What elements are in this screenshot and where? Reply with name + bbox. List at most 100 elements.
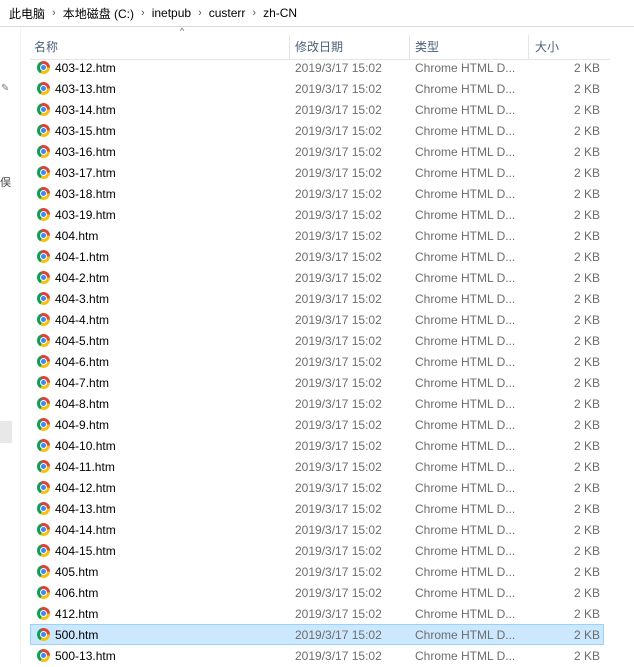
chrome-icon	[37, 481, 50, 494]
file-type: Chrome HTML D...	[415, 61, 516, 75]
file-size: 2 KB	[573, 82, 600, 96]
file-row[interactable]: 404-7.htm 2019/3/17 15:02 Chrome HTML D...…	[30, 372, 604, 393]
breadcrumb-inetpub[interactable]: inetpub	[149, 6, 194, 20]
file-row[interactable]: 500-13.htm 2019/3/17 15:02 Chrome HTML D..…	[30, 645, 604, 666]
file-row[interactable]: 404-10.htm 2019/3/17 15:02 Chrome HTML D..…	[30, 435, 604, 456]
file-row[interactable]: 403-15.htm 2019/3/17 15:02 Chrome HTML D..…	[30, 120, 604, 141]
file-size: 2 KB	[573, 229, 600, 243]
chevron-right-icon[interactable]: ›	[194, 7, 206, 19]
breadcrumb-local-disk[interactable]: 本地磁盘 (C:)	[60, 5, 137, 22]
chrome-icon	[37, 250, 50, 263]
file-date: 2019/3/17 15:02	[295, 187, 382, 201]
file-name: 412.htm	[55, 607, 99, 621]
chrome-icon	[37, 208, 50, 221]
chrome-icon	[37, 376, 50, 389]
file-type: Chrome HTML D...	[415, 313, 516, 327]
file-row[interactable]: 404-2.htm 2019/3/17 15:02 Chrome HTML D...…	[30, 267, 604, 288]
file-name: 403-19.htm	[55, 208, 116, 222]
file-size: 2 KB	[573, 313, 600, 327]
file-row[interactable]: 403-19.htm 2019/3/17 15:02 Chrome HTML D..…	[30, 204, 604, 225]
nav-label-fragment[interactable]: 俣	[0, 174, 11, 190]
file-size: 2 KB	[573, 565, 600, 579]
file-row[interactable]: 404.htm 2019/3/17 15:02 Chrome HTML D... 2 …	[30, 225, 604, 246]
pin-icon[interactable]: ✎	[1, 83, 9, 94]
file-size: 2 KB	[573, 250, 600, 264]
file-name: 405.htm	[55, 565, 99, 579]
file-row[interactable]: 404-14.htm 2019/3/17 15:02 Chrome HTML D..…	[30, 519, 604, 540]
file-date: 2019/3/17 15:02	[295, 61, 382, 75]
address-bar[interactable]: 此电脑 › 本地磁盘 (C:) › inetpub › custerr › zh…	[0, 0, 634, 27]
file-size: 2 KB	[573, 145, 600, 159]
file-row[interactable]: 403-12.htm 2019/3/17 15:02 Chrome HTML D..…	[30, 57, 604, 78]
file-size: 2 KB	[573, 502, 600, 516]
chrome-icon	[37, 313, 50, 326]
file-row[interactable]: 404-3.htm 2019/3/17 15:02 Chrome HTML D...…	[30, 288, 604, 309]
file-name: 404-7.htm	[55, 376, 110, 390]
file-name: 404-11.htm	[55, 460, 115, 474]
file-size: 2 KB	[573, 103, 600, 117]
file-size: 2 KB	[573, 355, 600, 369]
column-header-date[interactable]: 修改日期	[290, 35, 410, 59]
breadcrumb-this-pc[interactable]: 此电脑	[6, 5, 48, 22]
file-row[interactable]: 404-13.htm 2019/3/17 15:02 Chrome HTML D..…	[30, 498, 604, 519]
file-size: 2 KB	[573, 607, 600, 621]
file-name: 500.htm	[55, 628, 99, 642]
file-row[interactable]: 403-18.htm 2019/3/17 15:02 Chrome HTML D..…	[30, 183, 604, 204]
file-type: Chrome HTML D...	[415, 544, 516, 558]
chrome-icon	[37, 334, 50, 347]
chrome-icon	[37, 418, 50, 431]
column-header-type[interactable]: 类型	[410, 35, 529, 59]
file-row[interactable]: 412.htm 2019/3/17 15:02 Chrome HTML D... 2 …	[30, 603, 604, 624]
breadcrumb-zh-cn[interactable]: zh-CN	[260, 6, 300, 20]
file-row[interactable]: 404-15.htm 2019/3/17 15:02 Chrome HTML D..…	[30, 540, 604, 561]
nav-selected-item[interactable]	[0, 421, 12, 443]
file-type: Chrome HTML D...	[415, 628, 516, 642]
file-row[interactable]: 404-6.htm 2019/3/17 15:02 Chrome HTML D...…	[30, 351, 604, 372]
file-type: Chrome HTML D...	[415, 586, 516, 600]
file-size: 2 KB	[573, 124, 600, 138]
file-name: 403-14.htm	[55, 103, 116, 117]
chrome-icon	[37, 523, 50, 536]
file-name: 404-4.htm	[55, 313, 110, 327]
file-row[interactable]: 405.htm 2019/3/17 15:02 Chrome HTML D... 2 …	[30, 561, 604, 582]
file-date: 2019/3/17 15:02	[295, 628, 382, 642]
file-type: Chrome HTML D...	[415, 502, 516, 516]
file-row[interactable]: 406.htm 2019/3/17 15:02 Chrome HTML D... 2 …	[30, 582, 604, 603]
file-row[interactable]: 404-1.htm 2019/3/17 15:02 Chrome HTML D...…	[30, 246, 604, 267]
chrome-icon	[37, 439, 50, 452]
file-date: 2019/3/17 15:02	[295, 145, 382, 159]
file-row[interactable]: 404-9.htm 2019/3/17 15:02 Chrome HTML D...…	[30, 414, 604, 435]
column-header-name[interactable]: 名称	[34, 35, 290, 59]
chevron-right-icon[interactable]: ›	[137, 7, 149, 19]
chrome-icon	[37, 271, 50, 284]
file-row[interactable]: 403-16.htm 2019/3/17 15:02 Chrome HTML D..…	[30, 141, 604, 162]
file-type: Chrome HTML D...	[415, 334, 516, 348]
file-name: 404-10.htm	[55, 439, 116, 453]
file-name: 406.htm	[55, 586, 99, 600]
file-type: Chrome HTML D...	[415, 355, 516, 369]
file-row[interactable]: 403-17.htm 2019/3/17 15:02 Chrome HTML D..…	[30, 162, 604, 183]
breadcrumb-custerr[interactable]: custerr	[206, 6, 249, 20]
file-size: 2 KB	[573, 418, 600, 432]
file-name: 404-9.htm	[55, 418, 110, 432]
file-name: 404-3.htm	[55, 292, 110, 306]
file-row[interactable]: 404-12.htm 2019/3/17 15:02 Chrome HTML D..…	[30, 477, 604, 498]
file-size: 2 KB	[573, 61, 600, 75]
file-size: 2 KB	[573, 460, 600, 474]
file-row[interactable]: 404-5.htm 2019/3/17 15:02 Chrome HTML D...…	[30, 330, 604, 351]
chevron-right-icon[interactable]: ›	[248, 7, 260, 19]
navigation-pane[interactable]: ✎ 俣	[0, 28, 21, 664]
file-date: 2019/3/17 15:02	[295, 82, 382, 96]
column-header-size[interactable]: 大小	[529, 35, 610, 59]
file-row[interactable]: 403-13.htm 2019/3/17 15:02 Chrome HTML D..…	[30, 78, 604, 99]
file-date: 2019/3/17 15:02	[295, 271, 382, 285]
file-date: 2019/3/17 15:02	[295, 250, 382, 264]
chevron-right-icon[interactable]: ›	[48, 7, 60, 19]
file-date: 2019/3/17 15:02	[295, 586, 382, 600]
file-row[interactable]: 403-14.htm 2019/3/17 15:02 Chrome HTML D..…	[30, 99, 604, 120]
file-row[interactable]: 404-4.htm 2019/3/17 15:02 Chrome HTML D...…	[30, 309, 604, 330]
chrome-icon	[37, 628, 50, 641]
file-row[interactable]: 500.htm 2019/3/17 15:02 Chrome HTML D... 2 …	[30, 624, 604, 645]
file-row[interactable]: 404-11.htm 2019/3/17 15:02 Chrome HTML D..…	[30, 456, 604, 477]
file-row[interactable]: 404-8.htm 2019/3/17 15:02 Chrome HTML D...…	[30, 393, 604, 414]
